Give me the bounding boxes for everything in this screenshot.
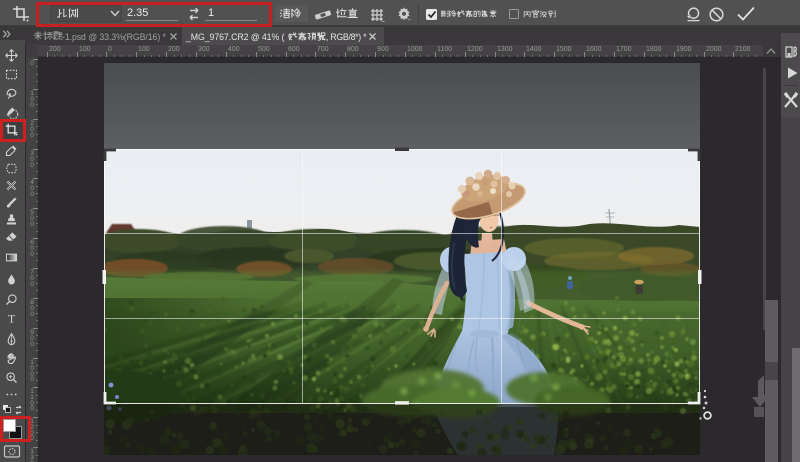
svg-text:T: T <box>8 313 15 326</box>
